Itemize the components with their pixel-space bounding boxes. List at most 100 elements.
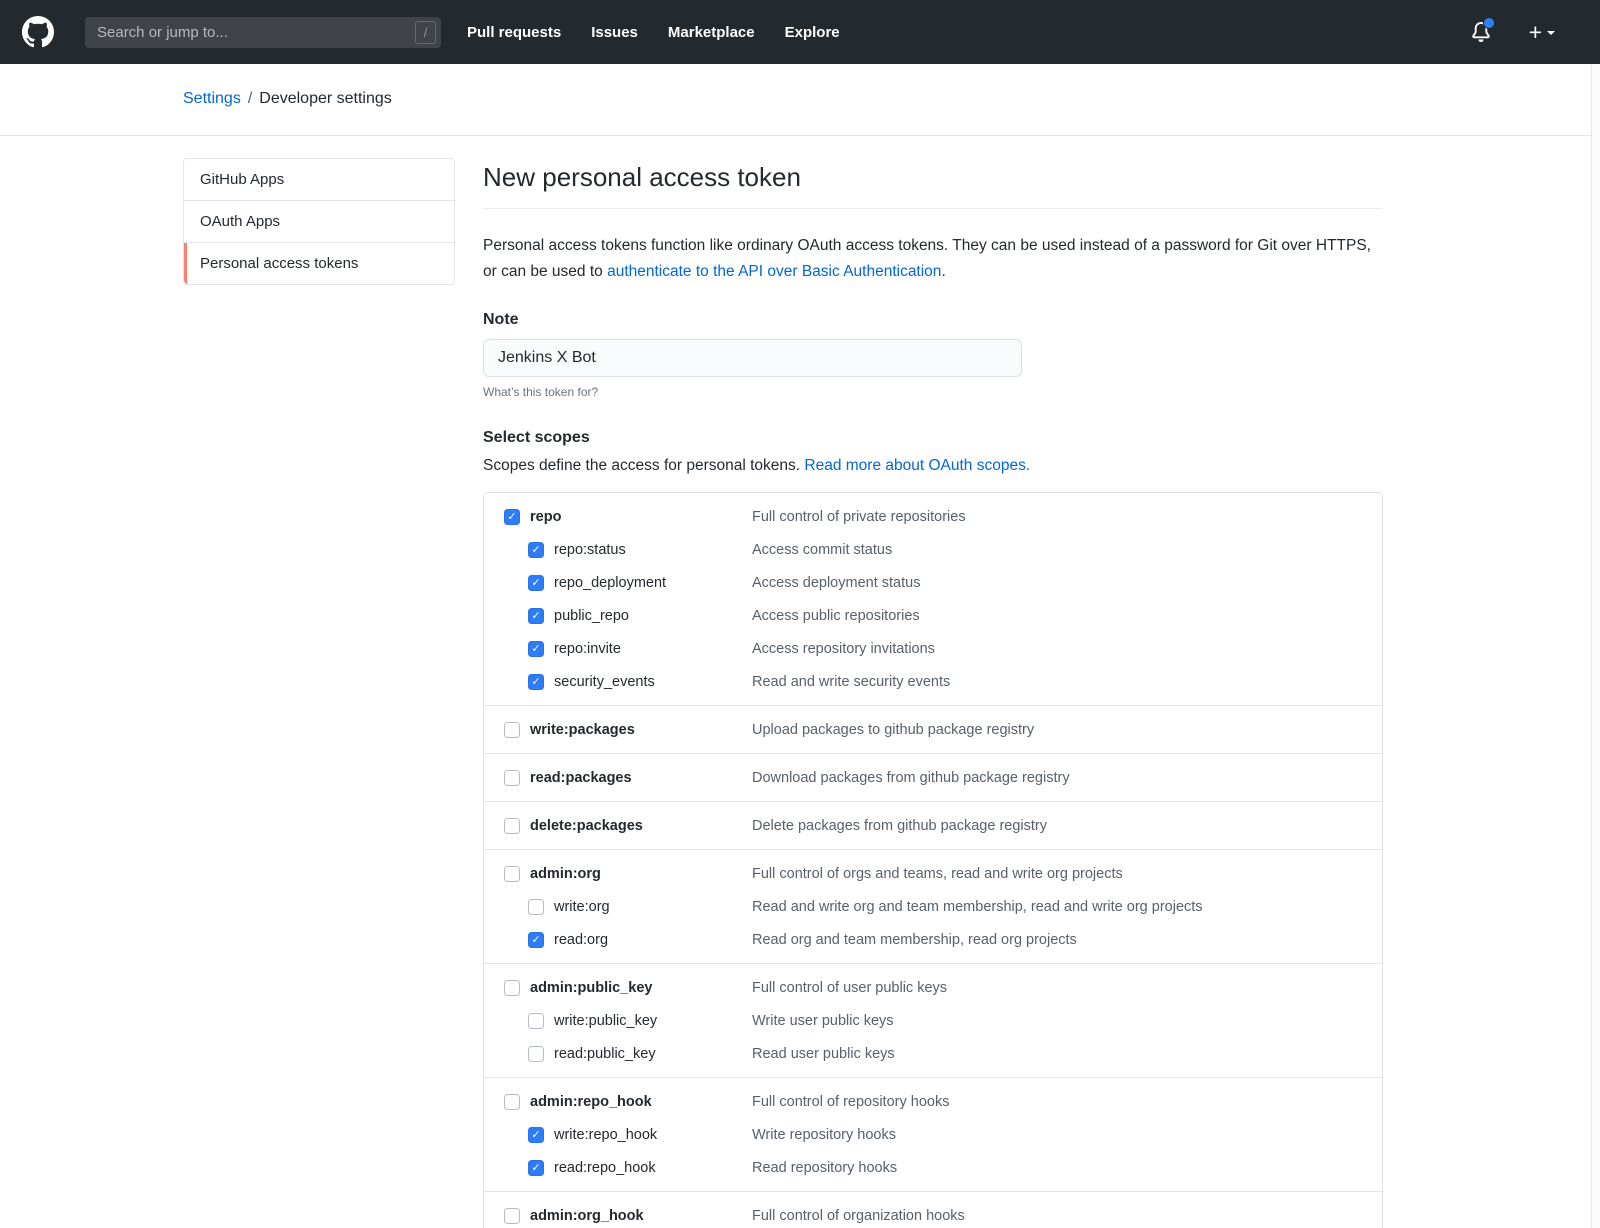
- scope-description: Access commit status: [752, 539, 892, 561]
- nav-link-marketplace[interactable]: Marketplace: [668, 24, 755, 41]
- vertical-scrollbar[interactable]: [1591, 64, 1600, 1228]
- scope-row-repo:invite: ✓ repo:invite Access repository invitation…: [528, 638, 1362, 660]
- checkbox-admin:org_hook[interactable]: [504, 1208, 520, 1224]
- checkbox-repo_deployment[interactable]: ✓: [528, 575, 544, 591]
- search-input[interactable]: [85, 24, 441, 41]
- scope-label-cell: ✓ write:repo_hook: [528, 1124, 752, 1146]
- scope-description: Delete packages from github package regi…: [752, 815, 1047, 837]
- slash-hotkey-badge: /: [415, 21, 436, 44]
- scope-name: admin:public_key: [530, 977, 652, 999]
- scope-label-cell: admin:repo_hook: [504, 1091, 752, 1113]
- developer-settings-menu: GitHub AppsOAuth AppsPersonal access tok…: [183, 158, 455, 285]
- checkbox-read:org[interactable]: ✓: [528, 932, 544, 948]
- nav-link-explore[interactable]: Explore: [785, 24, 840, 41]
- checkbox-read:repo_hook[interactable]: ✓: [528, 1160, 544, 1176]
- scope-name: admin:org: [530, 863, 601, 885]
- scope-row-admin:repo_hook: admin:repo_hookFull control of repositor…: [504, 1091, 1362, 1113]
- scope-label-cell: ✓ read:repo_hook: [528, 1157, 752, 1179]
- scope-label-cell: admin:org: [504, 863, 752, 885]
- checkbox-repo:status[interactable]: ✓: [528, 542, 544, 558]
- note-input[interactable]: [483, 339, 1022, 377]
- intro-period: .: [941, 263, 945, 280]
- create-new-button[interactable]: +: [1529, 22, 1555, 42]
- scope-row-read:packages: read:packagesDownload packages from gith…: [504, 767, 1362, 789]
- checkbox-admin:public_key[interactable]: [504, 980, 520, 996]
- scope-row-delete:packages: delete:packagesDelete packages from gith…: [504, 815, 1362, 837]
- scope-label-cell: admin:public_key: [504, 977, 752, 999]
- github-mark-icon[interactable]: [22, 16, 54, 48]
- scope-description: Read org and team membership, read org p…: [752, 929, 1077, 951]
- page-title: New personal access token: [483, 162, 1383, 193]
- scope-label-cell: write:packages: [504, 719, 752, 741]
- breadcrumb-current: Developer settings: [259, 90, 392, 107]
- checkbox-repo:invite[interactable]: ✓: [528, 641, 544, 657]
- sidebar-item-personal-access-tokens[interactable]: Personal access tokens: [184, 243, 454, 284]
- sidebar-item-oauth-apps[interactable]: OAuth Apps: [184, 201, 454, 243]
- scope-name: repo:invite: [554, 638, 621, 660]
- scope-name: repo:status: [554, 539, 626, 561]
- scope-row-admin:org: admin:org Full control of orgs and teams,…: [504, 863, 1362, 885]
- scope-description: Full control of orgs and teams, read and…: [752, 863, 1123, 885]
- scope-group-admin:org: admin:org Full control of orgs and teams,…: [484, 849, 1382, 963]
- scope-group-admin:org_hook: admin:org_hook Full control of organizati…: [484, 1191, 1382, 1228]
- scope-label-cell: ✓public_repo: [528, 605, 752, 627]
- plus-icon: +: [1529, 22, 1542, 42]
- scope-row-read:repo_hook: ✓ read:repo_hook Read repository hooks: [528, 1157, 1362, 1179]
- top-nav: Pull requests Issues Marketplace Explore: [467, 24, 870, 41]
- header: / Pull requestsIssuesMarketplaceExplore …: [0, 0, 1600, 64]
- breadcrumb: Settings/Developer settings: [0, 64, 1600, 136]
- scope-label-cell: write:public_key: [528, 1010, 752, 1032]
- checkbox-security_events[interactable]: ✓: [528, 674, 544, 690]
- checkbox-admin:org[interactable]: [504, 866, 520, 882]
- checkbox-write:org[interactable]: [528, 899, 544, 915]
- breadcrumb-settings-link[interactable]: Settings: [183, 90, 241, 107]
- content: GitHub AppsOAuth AppsPersonal access tok…: [0, 136, 1600, 1228]
- scopes-list: ✓repoFull control of private repositorie…: [483, 492, 1383, 1228]
- scope-description: Access repository invitations: [752, 638, 935, 660]
- scope-label-cell: ✓repo_deployment: [528, 572, 752, 594]
- scope-group-read:packages: read:packagesDownload packages from gith…: [484, 753, 1382, 801]
- checkbox-repo[interactable]: ✓: [504, 509, 520, 525]
- select-scopes-heading: Select scopes: [483, 429, 1383, 447]
- scope-name: write:repo_hook: [554, 1124, 657, 1146]
- scope-group-delete:packages: delete:packagesDelete packages from gith…: [484, 801, 1382, 849]
- basic-auth-link[interactable]: authenticate to the API over Basic Authe…: [607, 263, 941, 280]
- scope-description: Read and write org and team membership, …: [752, 896, 1203, 918]
- scope-label-cell: ✓ repo:invite: [528, 638, 752, 660]
- checkbox-write:public_key[interactable]: [528, 1013, 544, 1029]
- intro-paragraph: Personal access tokens function like ord…: [483, 233, 1383, 284]
- scope-row-public_repo: ✓public_repoAccess public repositories: [528, 605, 1362, 627]
- oauth-scopes-link[interactable]: Read more about OAuth scopes.: [804, 457, 1030, 474]
- checkbox-public_repo[interactable]: ✓: [528, 608, 544, 624]
- scope-row-write:packages: write:packagesUpload packages to github …: [504, 719, 1362, 741]
- scope-description: Full control of organization hooks: [752, 1205, 965, 1227]
- scope-name: admin:org_hook: [530, 1205, 644, 1227]
- notifications-button[interactable]: [1471, 22, 1491, 42]
- checkbox-admin:repo_hook[interactable]: [504, 1094, 520, 1110]
- scope-name: read:public_key: [554, 1043, 656, 1065]
- scope-name: read:repo_hook: [554, 1157, 656, 1179]
- nav-link-pull-requests[interactable]: Pull requests: [467, 24, 561, 41]
- checkbox-write:repo_hook[interactable]: ✓: [528, 1127, 544, 1143]
- scope-description: Download packages from github package re…: [752, 767, 1070, 789]
- scope-label-cell: read:packages: [504, 767, 752, 789]
- checkbox-delete:packages[interactable]: [504, 818, 520, 834]
- sidebar-item-github-apps[interactable]: GitHub Apps: [184, 159, 454, 201]
- scope-description: Read repository hooks: [752, 1157, 897, 1179]
- scope-label-cell: ✓ repo:status: [528, 539, 752, 561]
- checkbox-read:packages[interactable]: [504, 770, 520, 786]
- checkbox-read:public_key[interactable]: [528, 1046, 544, 1062]
- title-divider: [483, 208, 1383, 209]
- scope-group-write:packages: write:packagesUpload packages to github …: [484, 705, 1382, 753]
- scope-label-cell: ✓security_events: [528, 671, 752, 693]
- scope-name: write:org: [554, 896, 610, 918]
- scope-name: write:packages: [530, 719, 635, 741]
- scope-row-repo_deployment: ✓repo_deploymentAccess deployment status: [528, 572, 1362, 594]
- nav-link-issues[interactable]: Issues: [591, 24, 638, 41]
- scope-description: Access deployment status: [752, 572, 920, 594]
- header-actions: +: [1471, 22, 1555, 42]
- checkbox-write:packages[interactable]: [504, 722, 520, 738]
- scope-name: read:org: [554, 929, 608, 951]
- scope-row-security_events: ✓security_eventsRead and write security …: [528, 671, 1362, 693]
- scope-group-admin:public_key: admin:public_keyFull control of user pub…: [484, 963, 1382, 1077]
